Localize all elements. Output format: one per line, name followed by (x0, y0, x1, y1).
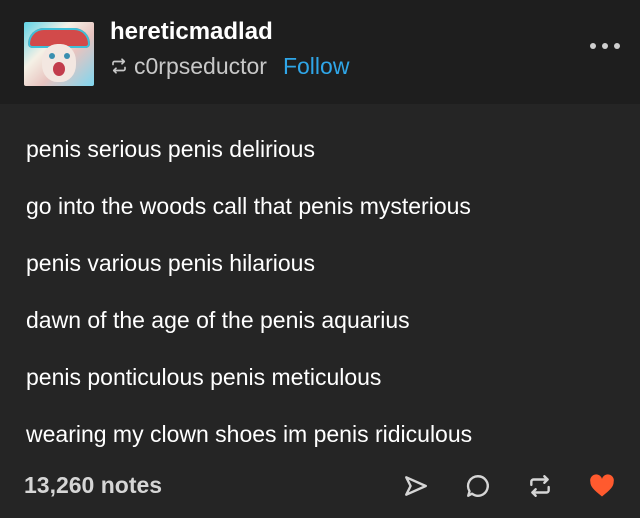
reply-icon[interactable] (464, 472, 492, 500)
reblogged-from-blog[interactable]: c0rpseductor (134, 53, 267, 80)
dot (590, 43, 596, 49)
ellipsis-icon[interactable] (590, 40, 620, 52)
avatar-mouth (53, 62, 65, 76)
post-line: penis ponticulous penis meticulous (26, 364, 382, 390)
post-footer: 13,260 notes (0, 466, 640, 506)
avatar[interactable] (24, 22, 94, 86)
post-actions (402, 470, 616, 502)
tumblr-post: hereticmadlad c0rpseductor Follow penis … (0, 0, 640, 518)
reblog-attribution: c0rpseductor Follow (110, 52, 349, 80)
dot (602, 43, 608, 49)
post-body: penis serious penis delirious go into th… (26, 132, 626, 474)
share-icon[interactable] (402, 472, 430, 500)
post-line: penis serious penis delirious (26, 136, 315, 162)
post-line: go into the woods call that penis myster… (26, 193, 471, 219)
blog-name[interactable]: hereticmadlad (110, 18, 273, 46)
follow-button[interactable]: Follow (283, 53, 349, 80)
reblog-icon[interactable] (526, 472, 554, 500)
post-line: penis various penis hilarious (26, 250, 315, 276)
avatar-eye (64, 53, 70, 59)
dot (614, 43, 620, 49)
avatar-eye (49, 53, 55, 59)
like-icon[interactable] (588, 472, 616, 500)
post-header: hereticmadlad c0rpseductor Follow (0, 0, 640, 104)
reblog-icon (112, 58, 126, 74)
post-line: dawn of the age of the penis aquarius (26, 307, 410, 333)
notes-count[interactable]: 13,260 notes (24, 472, 162, 499)
